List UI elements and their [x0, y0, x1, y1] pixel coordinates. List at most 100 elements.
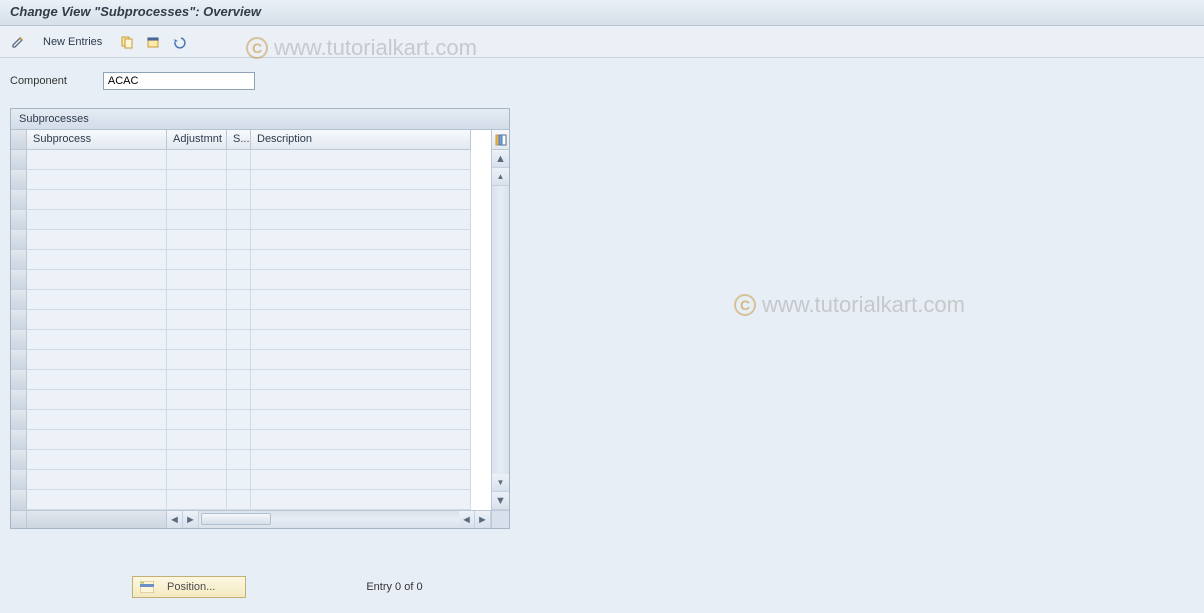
delete-icon[interactable] — [143, 32, 163, 52]
cell-s[interactable] — [227, 430, 251, 450]
table-row[interactable] — [11, 270, 491, 290]
cell-subprocess[interactable] — [27, 410, 167, 430]
row-selector[interactable] — [11, 250, 27, 270]
table-row[interactable] — [11, 150, 491, 170]
row-selector[interactable] — [11, 430, 27, 450]
cell-subprocess[interactable] — [27, 390, 167, 410]
scroll-left-end-icon[interactable]: ◄ — [459, 511, 475, 528]
cell-adjustment[interactable] — [167, 190, 227, 210]
cell-description[interactable] — [251, 410, 471, 430]
scroll-right-icon[interactable]: ► — [183, 511, 199, 528]
cell-subprocess[interactable] — [27, 330, 167, 350]
table-row[interactable] — [11, 490, 491, 510]
table-row[interactable] — [11, 190, 491, 210]
cell-adjustment[interactable] — [167, 470, 227, 490]
cell-subprocess[interactable] — [27, 210, 167, 230]
cell-description[interactable] — [251, 430, 471, 450]
cell-description[interactable] — [251, 450, 471, 470]
cell-adjustment[interactable] — [167, 450, 227, 470]
table-row[interactable] — [11, 450, 491, 470]
cell-s[interactable] — [227, 470, 251, 490]
cell-description[interactable] — [251, 250, 471, 270]
table-row[interactable] — [11, 210, 491, 230]
cell-adjustment[interactable] — [167, 210, 227, 230]
cell-s[interactable] — [227, 170, 251, 190]
cell-subprocess[interactable] — [27, 190, 167, 210]
cell-s[interactable] — [227, 270, 251, 290]
undo-icon[interactable] — [169, 32, 189, 52]
cell-adjustment[interactable] — [167, 330, 227, 350]
cell-description[interactable] — [251, 470, 471, 490]
cell-subprocess[interactable] — [27, 270, 167, 290]
cell-description[interactable] — [251, 190, 471, 210]
cell-adjustment[interactable] — [167, 430, 227, 450]
cell-subprocess[interactable] — [27, 350, 167, 370]
cell-subprocess[interactable] — [27, 170, 167, 190]
cell-s[interactable] — [227, 290, 251, 310]
table-row[interactable] — [11, 350, 491, 370]
scroll-left-icon[interactable]: ◄ — [167, 511, 183, 528]
scroll-right-end-icon[interactable]: ► — [475, 511, 491, 528]
cell-adjustment[interactable] — [167, 250, 227, 270]
table-row[interactable] — [11, 290, 491, 310]
cell-description[interactable] — [251, 330, 471, 350]
table-row[interactable] — [11, 330, 491, 350]
cell-adjustment[interactable] — [167, 310, 227, 330]
table-row[interactable] — [11, 230, 491, 250]
row-selector[interactable] — [11, 210, 27, 230]
row-selector[interactable] — [11, 310, 27, 330]
table-row[interactable] — [11, 410, 491, 430]
table-row[interactable] — [11, 390, 491, 410]
cell-description[interactable] — [251, 490, 471, 510]
cell-adjustment[interactable] — [167, 270, 227, 290]
cell-s[interactable] — [227, 150, 251, 170]
cell-s[interactable] — [227, 390, 251, 410]
cell-s[interactable] — [227, 310, 251, 330]
cell-description[interactable] — [251, 230, 471, 250]
cell-adjustment[interactable] — [167, 290, 227, 310]
column-header-subprocess[interactable]: Subprocess — [27, 130, 167, 150]
copy-as-icon[interactable] — [117, 32, 137, 52]
cell-subprocess[interactable] — [27, 450, 167, 470]
row-selector[interactable] — [11, 390, 27, 410]
cell-subprocess[interactable] — [27, 290, 167, 310]
table-row[interactable] — [11, 310, 491, 330]
table-row[interactable] — [11, 370, 491, 390]
horizontal-scroll-thumb[interactable] — [201, 513, 271, 525]
cell-description[interactable] — [251, 210, 471, 230]
cell-s[interactable] — [227, 370, 251, 390]
cell-s[interactable] — [227, 350, 251, 370]
cell-subprocess[interactable] — [27, 490, 167, 510]
cell-description[interactable] — [251, 370, 471, 390]
row-selector[interactable] — [11, 370, 27, 390]
cell-description[interactable] — [251, 350, 471, 370]
table-row[interactable] — [11, 470, 491, 490]
cell-description[interactable] — [251, 390, 471, 410]
cell-adjustment[interactable] — [167, 410, 227, 430]
row-selector[interactable] — [11, 410, 27, 430]
cell-subprocess[interactable] — [27, 370, 167, 390]
cell-adjustment[interactable] — [167, 390, 227, 410]
cell-subprocess[interactable] — [27, 230, 167, 250]
column-header-adjustment[interactable]: Adjustmnt — [167, 130, 227, 150]
cell-s[interactable] — [227, 230, 251, 250]
cell-adjustment[interactable] — [167, 170, 227, 190]
column-header-description[interactable]: Description — [251, 130, 471, 150]
row-selector[interactable] — [11, 230, 27, 250]
row-selector[interactable] — [11, 470, 27, 490]
row-selector[interactable] — [11, 490, 27, 510]
cell-s[interactable] — [227, 330, 251, 350]
cell-subprocess[interactable] — [27, 470, 167, 490]
table-row[interactable] — [11, 170, 491, 190]
row-selector[interactable] — [11, 450, 27, 470]
cell-subprocess[interactable] — [27, 250, 167, 270]
cell-adjustment[interactable] — [167, 350, 227, 370]
cell-adjustment[interactable] — [167, 490, 227, 510]
page-up-icon[interactable]: ▲ — [492, 168, 509, 186]
table-row[interactable] — [11, 430, 491, 450]
cell-subprocess[interactable] — [27, 430, 167, 450]
horizontal-scroll-track[interactable] — [199, 511, 459, 528]
component-input[interactable] — [103, 72, 255, 90]
row-selector[interactable] — [11, 150, 27, 170]
cell-description[interactable] — [251, 270, 471, 290]
